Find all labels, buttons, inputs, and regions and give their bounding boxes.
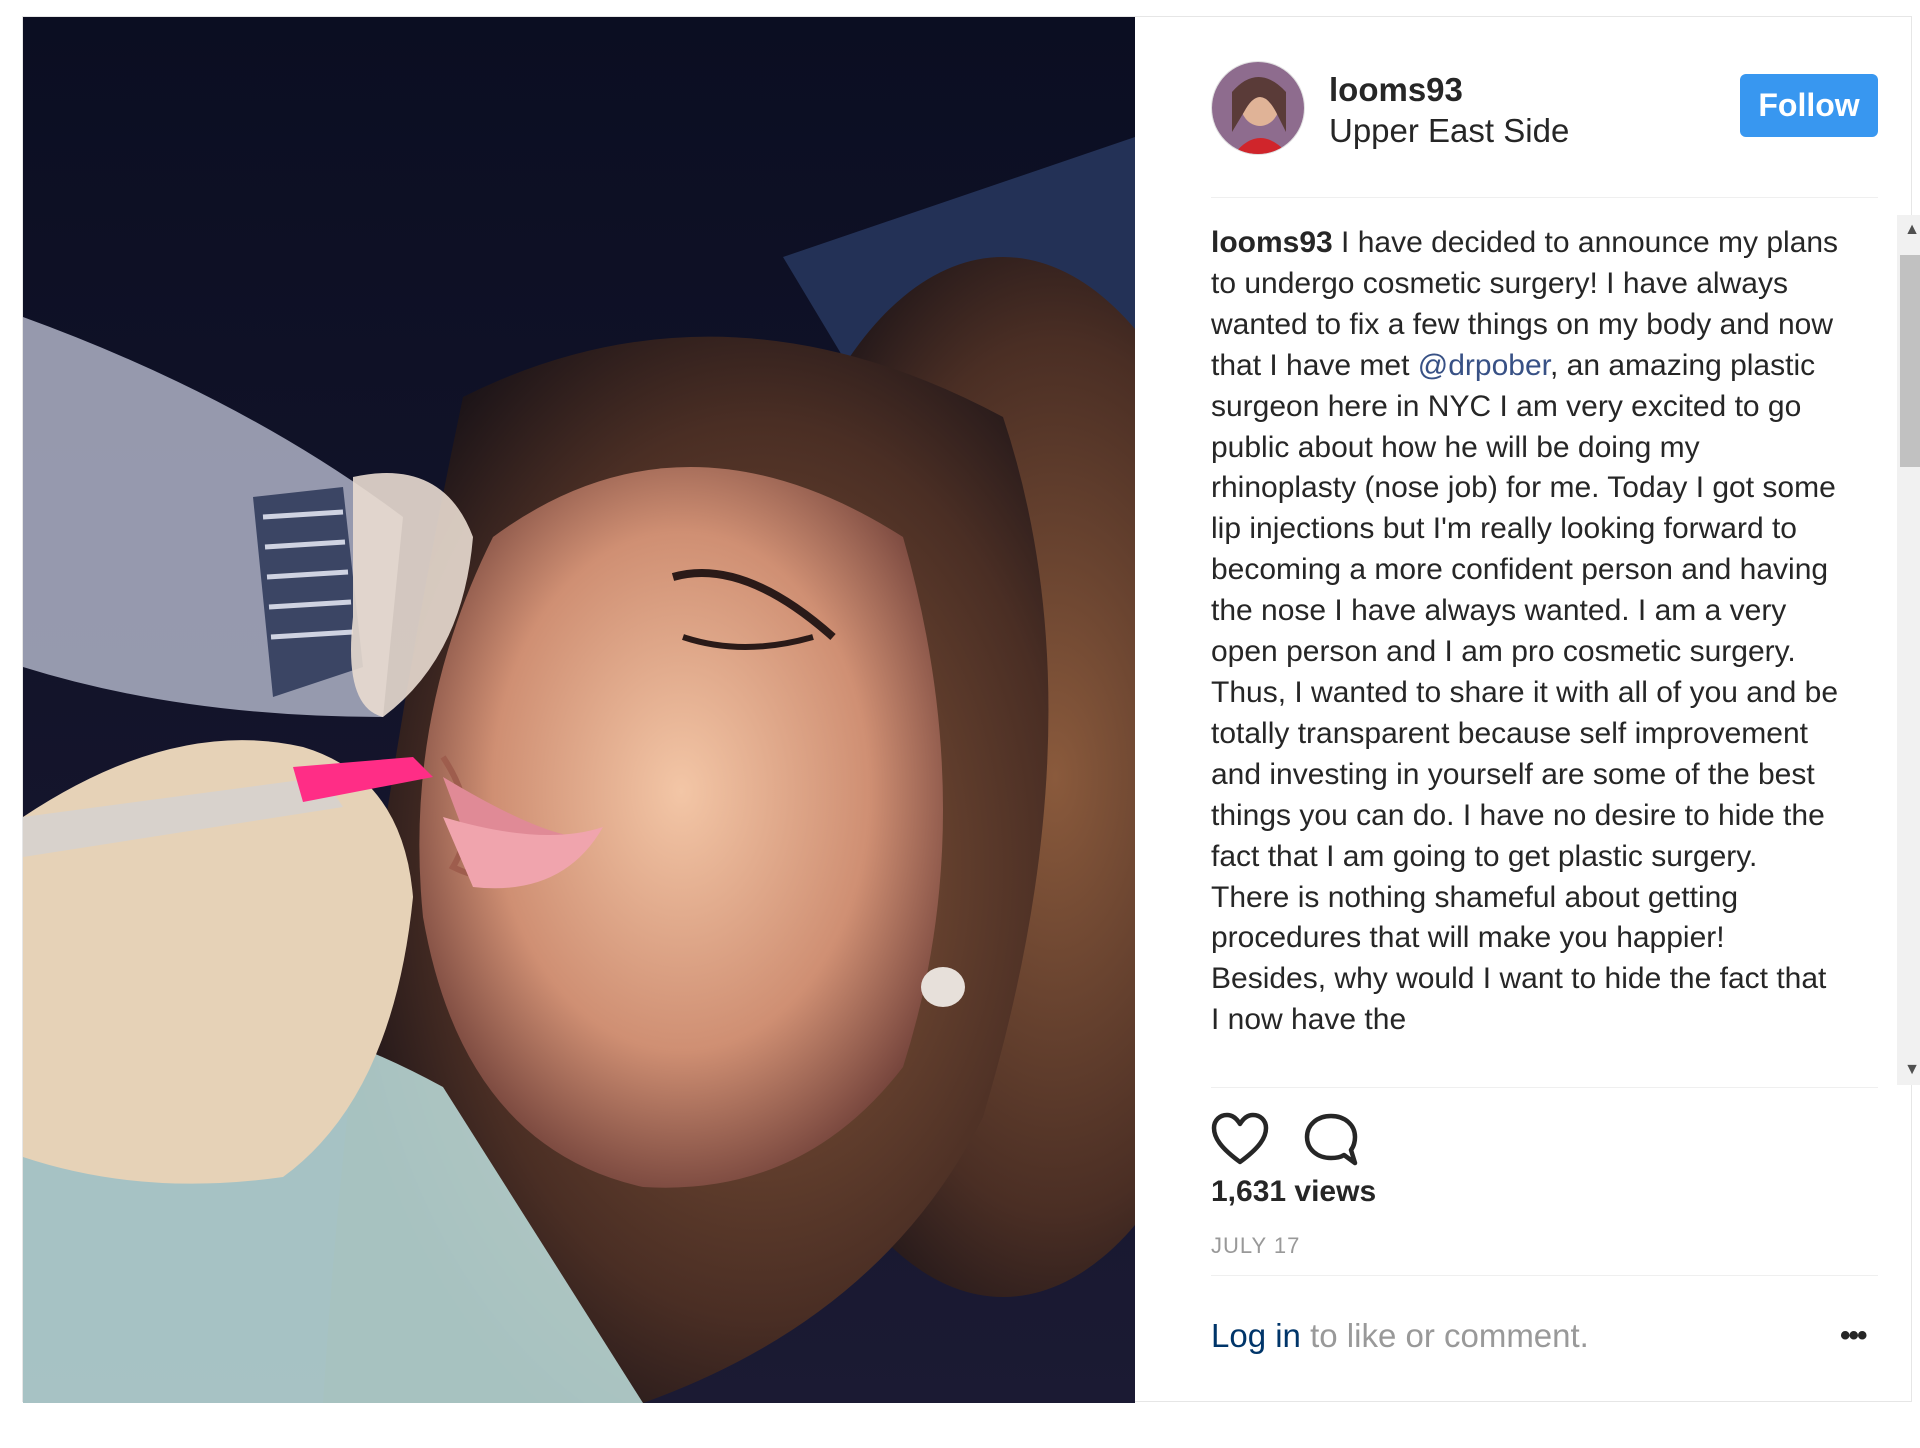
comment-icon[interactable]	[1303, 1112, 1359, 1173]
instagram-post: looms93 Upper East Side Follow looms93 I…	[22, 16, 1920, 1403]
scroll-up-arrow-icon[interactable]: ▲	[1897, 215, 1920, 245]
more-options-icon[interactable]: •••	[1840, 1319, 1867, 1353]
post-date[interactable]: JULY 17	[1211, 1233, 1300, 1259]
caption-mention[interactable]: @drpober	[1418, 349, 1550, 382]
post-photo[interactable]	[23, 17, 1135, 1403]
login-prompt: Log in to like or comment.	[1211, 1317, 1589, 1355]
caption-text: looms93 I have decided to announce my pl…	[1211, 223, 1841, 1041]
scroll-down-arrow-icon[interactable]: ▼	[1897, 1055, 1920, 1085]
scrollbar-thumb[interactable]	[1900, 255, 1920, 467]
caption-scrollbar[interactable]: ▲ ▼	[1897, 215, 1920, 1085]
follow-button[interactable]: Follow	[1740, 74, 1878, 137]
heart-icon[interactable]	[1211, 1112, 1269, 1171]
avatar[interactable]	[1211, 61, 1305, 155]
caption-username[interactable]: looms93	[1211, 226, 1333, 259]
avatar-image	[1212, 62, 1304, 154]
caption-part-2: , an amazing plastic surgeon here in NYC…	[1211, 348, 1839, 1037]
login-link[interactable]: Log in	[1211, 1317, 1301, 1354]
caption-scroll-area[interactable]: looms93 I have decided to announce my pl…	[1211, 223, 1841, 1087]
view-count[interactable]: 1,631 views	[1211, 1175, 1376, 1209]
post-image	[23, 17, 1135, 1403]
post-location[interactable]: Upper East Side	[1329, 112, 1569, 150]
header-divider	[1211, 197, 1878, 198]
post-sidebar: looms93 Upper East Side Follow looms93 I…	[1135, 17, 1920, 1401]
caption-divider	[1211, 1087, 1878, 1088]
footer-divider	[1211, 1275, 1878, 1276]
post-header: looms93 Upper East Side Follow	[1135, 17, 1911, 197]
post-username[interactable]: looms93	[1329, 71, 1463, 109]
login-suffix: to like or comment.	[1300, 1317, 1589, 1354]
